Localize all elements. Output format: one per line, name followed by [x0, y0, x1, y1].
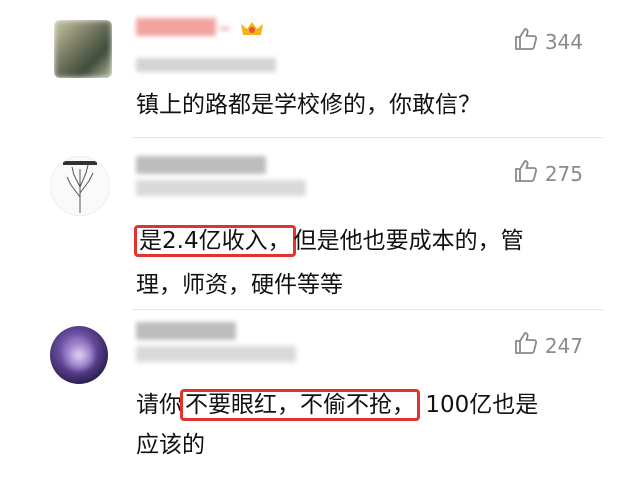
username — [220, 27, 230, 30]
comment-text: 请你 不要眼红，不偷不抢， 100亿也是 — [136, 384, 538, 426]
username[interactable] — [136, 322, 236, 340]
comment-text: 是2.4亿收入， 但是他也要成本的，管 — [134, 220, 524, 262]
like-count: 344 — [544, 29, 583, 54]
username[interactable] — [136, 156, 266, 174]
timestamp — [136, 180, 306, 196]
comment-item: 275 是2.4亿收入， 但是他也要成本的，管 理，师资，硬件等等 — [6, 138, 613, 310]
tree-icon — [63, 161, 97, 213]
vip-badge-icon — [240, 20, 264, 38]
avatar[interactable] — [50, 326, 108, 384]
comment-list: 344 镇上的路都是学校修的，你敢信？ 275 是2.4亿收入， 但是他也要成本… — [6, 0, 613, 480]
avatar[interactable] — [50, 156, 110, 216]
comment-text-line: 应该的 — [136, 432, 205, 458]
avatar[interactable] — [54, 20, 112, 78]
comment-item: 247 请你 不要眼红，不偷不抢， 100亿也是 应该的 — [6, 310, 613, 480]
like-button[interactable]: 275 — [513, 158, 583, 189]
comment-text: 镇上的路都是学校修的，你敢信？ — [136, 92, 481, 118]
like-count: 247 — [544, 333, 583, 358]
timestamp — [136, 58, 276, 72]
comment-text-line: 理，师资，硬件等等 — [136, 272, 343, 298]
highlight-box: 是2.4亿收入， — [134, 225, 296, 257]
username[interactable] — [136, 18, 216, 36]
thumbs-up-icon — [513, 26, 539, 57]
like-button[interactable]: 247 — [513, 330, 583, 361]
timestamp — [136, 346, 296, 362]
thumbs-up-icon — [513, 158, 539, 189]
comment-item: 344 镇上的路都是学校修的，你敢信？ — [6, 0, 613, 138]
like-count: 275 — [544, 161, 583, 186]
like-button[interactable]: 344 — [513, 26, 583, 57]
highlight-box: 不要眼红，不偷不抢， — [180, 389, 420, 421]
thumbs-up-icon — [513, 330, 539, 361]
